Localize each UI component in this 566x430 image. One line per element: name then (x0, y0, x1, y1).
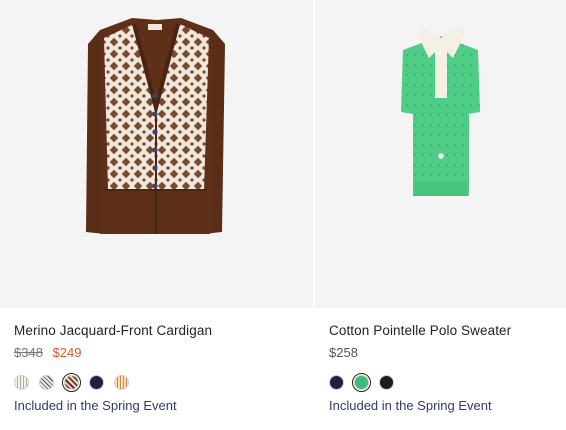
color-swatches (14, 372, 129, 393)
event-link[interactable]: Included in the Spring Event (329, 398, 492, 413)
color-swatches (329, 372, 394, 393)
product-name[interactable]: Merino Jacquard-Front Cardigan (14, 323, 212, 338)
price: $258 (329, 345, 358, 360)
cardigan-image (86, 18, 225, 234)
product-image-cardigan[interactable] (0, 0, 313, 308)
swatch-check-navy[interactable] (39, 375, 54, 390)
product-name[interactable]: Cotton Pointelle Polo Sweater (329, 323, 511, 338)
product-image-polo[interactable] (315, 0, 566, 308)
price-row: $258 (329, 345, 358, 360)
swatch-green-selected[interactable] (351, 372, 372, 393)
swatch-brown-selected[interactable] (61, 372, 82, 393)
swatch-stripe-tan[interactable] (114, 375, 129, 390)
sale-price: $249 (52, 345, 82, 360)
product-card-polo[interactable]: Cotton Pointelle Polo Sweater $258 Inclu… (315, 0, 566, 430)
polo-image (401, 24, 480, 196)
swatch-navy[interactable] (89, 375, 104, 390)
swatch-navy[interactable] (329, 375, 344, 390)
product-card-cardigan[interactable]: Merino Jacquard-Front Cardigan $348 $249… (0, 0, 313, 430)
event-link[interactable]: Included in the Spring Event (14, 398, 177, 413)
price-row: $348 $249 (14, 345, 81, 360)
swatch-black[interactable] (379, 375, 394, 390)
swatch-stripe-green[interactable] (14, 375, 29, 390)
original-price: $348 (14, 345, 43, 360)
